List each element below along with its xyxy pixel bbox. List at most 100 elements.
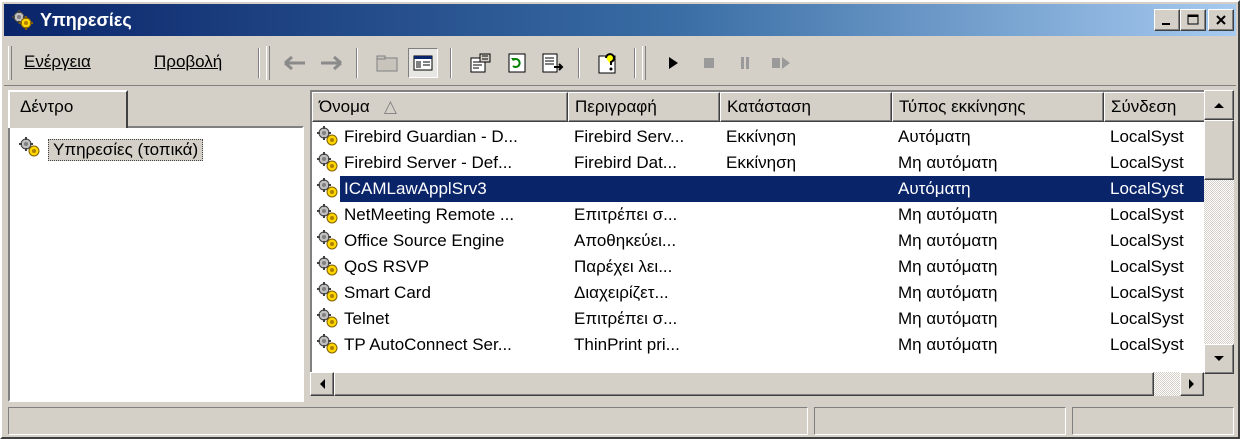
close-icon <box>1216 15 1226 25</box>
arrow-up-icon <box>1214 103 1224 108</box>
toolbar-separator <box>578 48 580 78</box>
service-gears-icon <box>316 177 340 201</box>
toolbar-grip[interactable] <box>266 46 270 80</box>
stop-service-button[interactable] <box>694 48 724 78</box>
scroll-up-button[interactable] <box>1204 90 1234 120</box>
maximize-button[interactable] <box>1180 9 1206 31</box>
arrow-right-icon <box>1189 379 1194 389</box>
service-gears-icon <box>316 151 340 175</box>
cell-logon: LocalSyst <box>1110 231 1184 250</box>
table-row[interactable]: Firebird Server - Def... Firebird Dat... Ε… <box>312 150 1204 176</box>
cell-status: Εκκίνηση <box>726 127 797 146</box>
toolbar-separator <box>258 48 260 78</box>
cell-name: Telnet <box>344 309 390 328</box>
tree-item-local-services[interactable]: Υπηρεσίες (τοπικά) <box>18 136 204 165</box>
cell-description: ThinPrint pri... <box>574 335 680 354</box>
close-button[interactable] <box>1208 9 1234 31</box>
services-gears-icon <box>18 136 42 165</box>
table-row[interactable]: ICAMLawApplSrv3 Αυτόματη LocalSyst <box>312 176 1204 202</box>
menu-action[interactable]: Ενέργεια <box>24 52 91 72</box>
restart-service-icon <box>772 57 790 69</box>
table-row[interactable]: Telnet Επιτρέπει σ... Μη αυτόματη LocalSyst <box>312 306 1204 332</box>
table-row[interactable]: Office Source Engine Αποθηκεύει... Μη αυτό… <box>312 228 1204 254</box>
back-button[interactable] <box>280 48 310 78</box>
column-header-logon[interactable]: Σύνδεση <box>1104 92 1204 122</box>
service-gears-icon <box>316 125 340 149</box>
cell-name: Smart Card <box>344 283 431 302</box>
cell-logon: LocalSyst <box>1110 257 1184 276</box>
cell-startup: Μη αυτόματη <box>898 231 998 250</box>
maximize-icon <box>1187 14 1199 25</box>
cell-name: NetMeeting Remote ... <box>344 205 515 224</box>
service-gears-icon <box>316 333 340 357</box>
properties-button[interactable] <box>466 48 496 78</box>
start-service-icon <box>669 57 678 69</box>
cell-description: Επιτρέπει σ... <box>574 309 678 328</box>
menu-view[interactable]: Προβολή <box>154 52 222 72</box>
cell-logon: LocalSyst <box>1110 127 1184 146</box>
help-icon <box>598 53 616 74</box>
up-button[interactable] <box>372 48 402 78</box>
service-gears-icon <box>316 255 340 279</box>
horizontal-scroll-thumb[interactable] <box>334 372 1154 396</box>
refresh-button[interactable] <box>502 48 532 78</box>
services-window: Υπηρεσίες Ενέργεια Προβολή Δέντρο Υπηρεσ… <box>0 0 1240 439</box>
services-list: Όνομα △ Περιγραφή Κατάσταση Τύπος εκκίνη… <box>310 90 1204 396</box>
column-header-name[interactable]: Όνομα △ <box>312 92 568 122</box>
table-row[interactable]: NetMeeting Remote ... Επιτρέπει σ... Μη αυ… <box>312 202 1204 228</box>
vertical-scroll-thumb[interactable] <box>1204 120 1234 180</box>
cell-status: Εκκίνηση <box>726 153 797 172</box>
forward-button[interactable] <box>316 48 346 78</box>
service-gears-icon <box>316 229 340 253</box>
cell-description: Διαχειρίζετ... <box>574 283 669 302</box>
cell-name: Firebird Server - Def... <box>344 153 513 172</box>
cell-startup: Μη αυτόματη <box>898 205 998 224</box>
export-list-button[interactable] <box>538 48 568 78</box>
cell-startup: Αυτόματη <box>898 127 971 146</box>
pause-service-button[interactable] <box>730 48 760 78</box>
tree-pane: Υπηρεσίες (τοπικά) <box>8 126 304 402</box>
toolbar-separator <box>356 48 358 78</box>
scroll-right-button[interactable] <box>1180 372 1204 396</box>
services-gears-icon <box>10 8 34 32</box>
cell-logon: LocalSyst <box>1110 335 1184 354</box>
cell-name: TP AutoConnect Ser... <box>344 335 512 354</box>
export-list-icon <box>542 53 564 73</box>
restart-service-button[interactable] <box>766 48 796 78</box>
horizontal-scrollbar[interactable] <box>310 372 1204 396</box>
tree-item-label: Υπηρεσίες (τοπικά) <box>48 139 204 161</box>
title-bar[interactable]: Υπηρεσίες <box>4 4 1236 36</box>
table-row[interactable]: TP AutoConnect Ser... ThinPrint pri... Μη … <box>312 332 1204 358</box>
service-gears-icon <box>316 203 340 227</box>
scroll-left-button[interactable] <box>310 372 334 396</box>
cell-startup: Μη αυτόματη <box>898 153 998 172</box>
column-header-status[interactable]: Κατάσταση <box>720 92 892 122</box>
help-button[interactable] <box>594 48 624 78</box>
vertical-scrollbar[interactable] <box>1204 90 1234 374</box>
cell-description: Αποθηκεύει... <box>574 231 677 250</box>
show-hide-tree-icon <box>413 55 433 71</box>
cell-logon: LocalSyst <box>1110 283 1184 302</box>
toolbar: Ενέργεια Προβολή <box>4 38 1236 86</box>
cell-name: ICAMLawApplSrv3 <box>344 179 487 198</box>
minimize-button[interactable] <box>1154 9 1180 31</box>
start-service-button[interactable] <box>658 48 688 78</box>
table-row[interactable]: QoS RSVP Παρέχει λει... Μη αυτόματη LocalSy… <box>312 254 1204 280</box>
scroll-down-button[interactable] <box>1204 344 1234 374</box>
table-row[interactable]: Firebird Guardian - D... Firebird Serv...… <box>312 124 1204 150</box>
tab-tree[interactable]: Δέντρο <box>8 90 128 128</box>
cell-logon: LocalSyst <box>1110 179 1184 198</box>
cell-startup: Αυτόματη <box>898 179 971 198</box>
column-header-description[interactable]: Περιγραφή <box>568 92 720 122</box>
cell-name: Firebird Guardian - D... <box>344 127 518 146</box>
show-tree-button[interactable] <box>408 48 438 78</box>
stop-service-icon <box>704 58 714 68</box>
toolbar-grip[interactable] <box>8 46 12 80</box>
cell-description: Firebird Serv... <box>574 127 685 146</box>
toolbar-grip[interactable] <box>642 46 646 80</box>
cell-startup: Μη αυτόματη <box>898 335 998 354</box>
forward-arrow-icon <box>321 55 342 71</box>
column-header-startup-type[interactable]: Τύπος εκκίνησης <box>892 92 1104 122</box>
minimize-icon <box>1162 23 1170 25</box>
table-row[interactable]: Smart Card Διαχειρίζετ... Μη αυτόματη Local… <box>312 280 1204 306</box>
